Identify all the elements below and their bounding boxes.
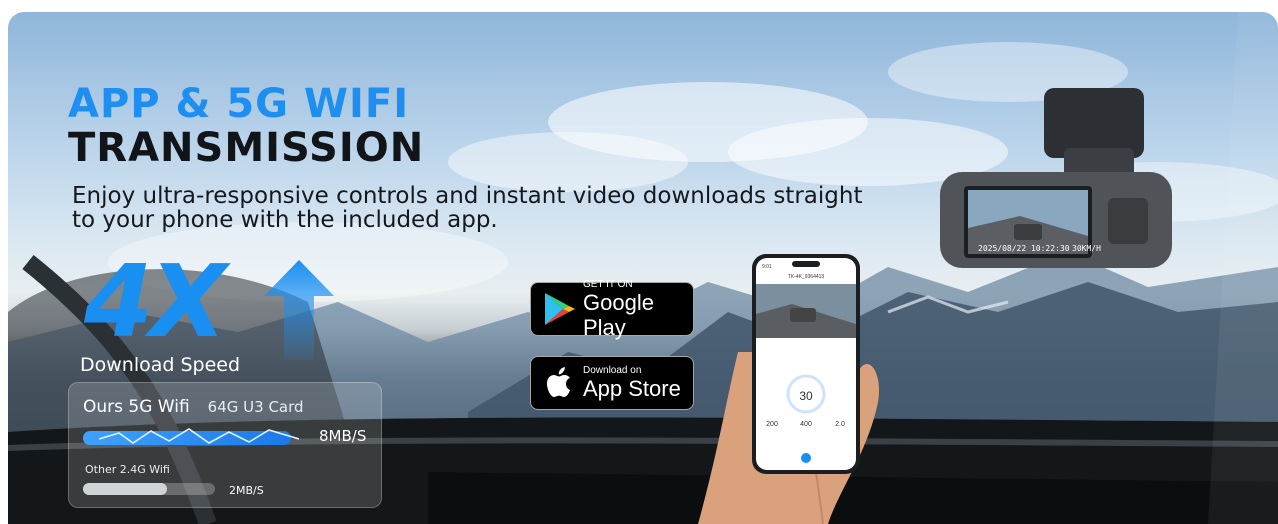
app-store-badge[interactable]: Download on App Store [530,356,694,410]
apple-badge-big: App Store [583,376,681,401]
ours-wifi-label: Ours 5G Wifi [83,397,190,417]
product-banner: APP & 5G WIFI TRANSMISSION Enjoy ultra-r… [8,12,1278,524]
headline: APP & 5G WIFI TRANSMISSION [68,82,424,170]
apple-icon [547,367,570,397]
fast-speed-value: 8MB/S [319,427,367,445]
google-play-badge[interactable]: GET IT ON Google Play [530,278,694,340]
dashcam-device: 2025/08/22 10:22:30 30KM/H [940,88,1172,268]
phone-speed-value: 30 [799,389,813,403]
apple-badge-small: Download on [583,365,642,376]
slow-speed-bar [83,483,167,495]
speed-label: Download Speed [80,354,241,376]
dashcam-speed: 30KM/H [1072,244,1101,253]
speed-multiplier: 4X [84,243,227,360]
up-arrow-icon [264,260,334,360]
lightning-effect [99,428,299,444]
title-line-2: TRANSMISSION [68,125,425,171]
phone-stat-right: 2.0 [835,421,845,428]
card-label: 64G U3 Card [207,398,304,416]
phone-stat-left: 200 [766,421,778,428]
slow-speed-value: 2MB/S [229,484,264,497]
dashcam-timestamp: 2025/08/22 10:22:30 [978,244,1070,253]
google-badge-small: GET IT ON [583,278,633,290]
speed-comparison-card: Ours 5G Wifi 64G U3 Card 8MB/S Other 2.4… [68,382,382,508]
phone-stat-mid: 400 [800,421,812,428]
phone-device-name: TK-4K_9364413 [788,274,825,280]
subtitle: Enjoy ultra-responsive controls and inst… [72,183,863,233]
google-play-icon [545,293,575,325]
google-badge-big: Google Play [583,289,654,340]
phone-status-time: 9:01 [762,264,772,270]
other-wifi-label: Other 2.4G Wifi [85,463,170,476]
smartphone-app: 9:01 TK-4K_9364413 30 200 400 2.0 [752,254,860,474]
title-line-1: APP & 5G WIFI [68,81,410,127]
